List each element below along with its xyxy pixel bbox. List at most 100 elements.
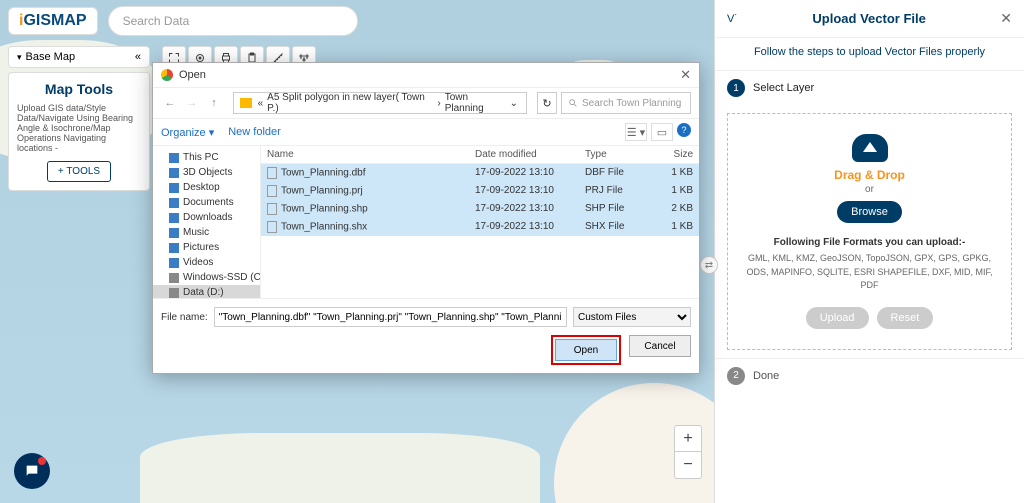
dialog-nav: ← → ↑ « A5 Split polygon in new layer( T… <box>153 87 699 119</box>
browse-button[interactable]: Browse <box>837 201 902 223</box>
file-icon <box>267 185 277 197</box>
tree-item[interactable]: Pictures <box>153 240 260 255</box>
tree-item[interactable]: Data (D:) <box>153 285 260 298</box>
tree-item-icon <box>169 243 179 253</box>
tree-item-label: 3D Objects <box>183 167 232 178</box>
nav-forward-button[interactable]: → <box>183 94 201 112</box>
help-button[interactable]: ? <box>677 123 691 137</box>
panel-title: Upload Vector File <box>738 11 1000 26</box>
vector-icon: V˙ <box>727 13 738 25</box>
tree-item[interactable]: Desktop <box>153 180 260 195</box>
dropzone-or: or <box>738 184 1001 195</box>
tree-item-icon <box>169 213 179 223</box>
search-placeholder: Search Town Planning <box>582 98 681 109</box>
new-folder-button[interactable]: New folder <box>228 126 281 138</box>
file-list: Name Date modified Type Size Town_Planni… <box>261 146 699 298</box>
path-breadcrumb[interactable]: « A5 Split polygon in new layer( Town P.… <box>233 92 527 114</box>
tree-item-label: Documents <box>183 197 234 208</box>
tools-title: Map Tools <box>17 81 141 97</box>
cancel-button[interactable]: Cancel <box>629 335 691 357</box>
file-row[interactable]: Town_Planning.dbf17-09-2022 13:10DBF Fil… <box>261 164 699 182</box>
basemap-label: Base Map <box>26 51 76 63</box>
file-row[interactable]: Town_Planning.prj17-09-2022 13:10PRJ Fil… <box>261 182 699 200</box>
add-tools-button[interactable]: + TOOLS <box>47 161 111 182</box>
tree-item[interactable]: Downloads <box>153 210 260 225</box>
search-placeholder: Search Data <box>123 14 190 28</box>
tree-item-icon <box>169 288 179 298</box>
tree-item-icon <box>169 153 179 163</box>
tree-item-icon <box>169 228 179 238</box>
col-size-header[interactable]: Size <box>649 146 699 163</box>
tree-item[interactable]: This PC <box>153 150 260 165</box>
tree-item-label: Downloads <box>183 212 232 223</box>
tree-item-label: This PC <box>183 152 219 163</box>
tree-item[interactable]: Documents <box>153 195 260 210</box>
logo[interactable]: iGISMAP <box>8 7 98 35</box>
col-type-header[interactable]: Type <box>579 146 649 163</box>
tree-item[interactable]: Music <box>153 225 260 240</box>
dropzone[interactable]: Drag & Drop or Browse Following File For… <box>727 113 1012 350</box>
step-done[interactable]: 2 Done <box>715 358 1024 393</box>
dialog-toolbar: Organize ▾ New folder ☰ ▾ ▭ ? <box>153 119 699 146</box>
file-list-header[interactable]: Name Date modified Type Size <box>261 146 699 164</box>
tree-item[interactable]: 3D Objects <box>153 165 260 180</box>
preview-pane-button[interactable]: ▭ <box>651 123 673 141</box>
nav-back-button[interactable]: ← <box>161 94 179 112</box>
tree-item-label: Videos <box>183 257 213 268</box>
dialog-search-input[interactable]: Search Town Planning <box>561 92 691 114</box>
col-date-header[interactable]: Date modified <box>469 146 579 163</box>
breadcrumb-item[interactable]: A5 Split polygon in new layer( Town P.) <box>267 92 433 114</box>
filename-label: File name: <box>161 312 208 323</box>
panel-resize-handle[interactable]: ⇄ <box>700 256 718 274</box>
tree-item-label: Desktop <box>183 182 220 193</box>
organize-menu[interactable]: Organize ▾ <box>161 126 214 139</box>
tree-item[interactable]: Windows-SSD (C <box>153 270 260 285</box>
formats-list: GML, KML, KMZ, GeoJSON, TopoJSON, GPX, G… <box>738 252 1001 293</box>
collapse-icon[interactable]: « <box>135 51 141 63</box>
step-label: Select Layer <box>753 82 814 94</box>
zoom-out-button[interactable]: − <box>675 452 701 478</box>
close-panel-button[interactable]: ✕ <box>1000 10 1012 27</box>
file-icon <box>267 167 277 179</box>
tree-item-icon <box>169 183 179 193</box>
chat-button[interactable] <box>14 453 50 489</box>
panel-subtitle: Follow the steps to upload Vector Files … <box>715 38 1024 70</box>
filename-input[interactable] <box>214 307 567 327</box>
panel-header: V˙ Upload Vector File ✕ <box>715 0 1024 38</box>
nav-up-button[interactable]: ↑ <box>205 94 223 112</box>
view-mode-button[interactable]: ☰ ▾ <box>625 123 647 141</box>
search-input[interactable]: Search Data <box>108 6 358 36</box>
step-select-layer[interactable]: 1 Select Layer <box>715 70 1024 105</box>
step-number: 1 <box>727 79 745 97</box>
col-name-header[interactable]: Name <box>261 146 469 163</box>
dialog-footer: File name: Custom Files Open Cancel <box>153 298 699 373</box>
file-open-dialog: Open ✕ ← → ↑ « A5 Split polygon in new l… <box>152 62 700 374</box>
folder-tree[interactable]: This PC 3D Objects Desktop Documents Downloa… <box>153 146 261 298</box>
folder-icon <box>240 98 252 108</box>
basemap-dropdown[interactable]: ▾ Base Map « <box>8 46 150 68</box>
tree-item[interactable]: Videos <box>153 255 260 270</box>
formats-title: Following File Formats you can upload:- <box>738 237 1001 248</box>
search-icon <box>568 98 578 108</box>
open-button-highlight: Open <box>551 335 621 365</box>
tree-item-icon <box>169 168 179 178</box>
map-tools-panel: Map Tools Upload GIS data/Style Data/Nav… <box>8 72 150 191</box>
tree-item-label: Data (D:) <box>183 287 224 298</box>
tree-item-label: Music <box>183 227 209 238</box>
upload-vector-panel: V˙ Upload Vector File ✕ Follow the steps… <box>714 0 1024 503</box>
step-number: 2 <box>727 367 745 385</box>
chat-icon <box>24 463 40 479</box>
refresh-button[interactable]: ↻ <box>537 92 557 114</box>
filetype-filter[interactable]: Custom Files <box>573 307 691 327</box>
tree-item-icon <box>169 258 179 268</box>
breadcrumb-item[interactable]: Town Planning <box>445 92 508 114</box>
zoom-in-button[interactable]: + <box>675 426 701 452</box>
step-label: Done <box>753 370 779 382</box>
file-icon <box>267 203 277 215</box>
dialog-close-button[interactable]: ✕ <box>680 67 691 83</box>
file-row[interactable]: Town_Planning.shx17-09-2022 13:10SHX Fil… <box>261 218 699 236</box>
open-button[interactable]: Open <box>555 339 617 361</box>
upload-button[interactable]: Upload <box>806 307 869 329</box>
reset-button[interactable]: Reset <box>877 307 934 329</box>
file-row[interactable]: Town_Planning.shp17-09-2022 13:10SHP Fil… <box>261 200 699 218</box>
